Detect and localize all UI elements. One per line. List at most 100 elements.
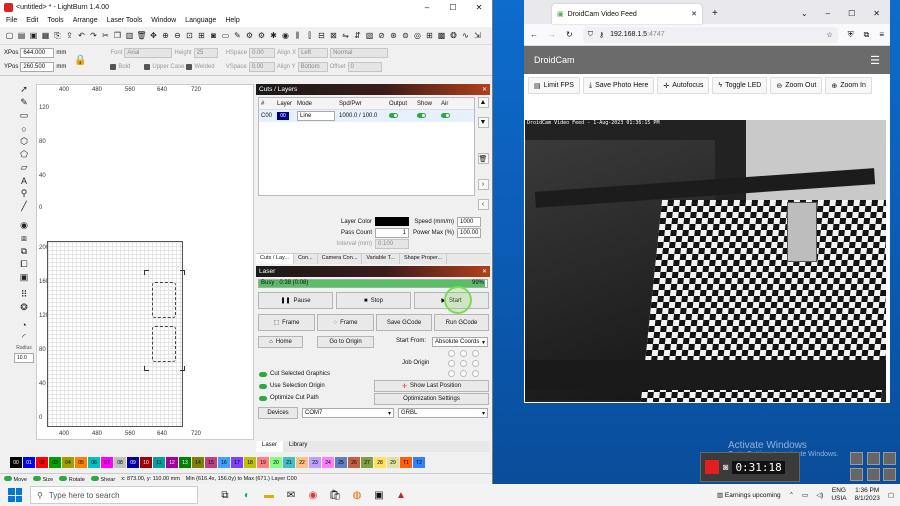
app-icon[interactable]: ▣ [368,484,390,506]
measure-tool-icon[interactable]: ╱ [18,201,30,212]
language-indicator[interactable]: ENG USIA [831,487,846,503]
reload-icon[interactable]: ↻ [566,30,573,39]
align-icon[interactable]: ⫼ [292,30,303,41]
devices-button[interactable]: Devices [258,407,298,419]
palette-swatch[interactable]: 18 [244,457,256,468]
tab-library[interactable]: Library [283,441,313,452]
origin-radio[interactable] [460,350,467,357]
edge-icon[interactable]: ◐ [236,484,258,506]
use-selection-option[interactable]: Use Selection Origin [259,383,325,389]
arrange-icon[interactable]: ⊘ [376,30,387,41]
tab-cuts-layers[interactable]: Cuts / Lay... [256,254,294,264]
lock-icon[interactable]: 🔒 [74,55,86,66]
trace-icon[interactable]: ✎ [232,30,243,41]
taskbar-search[interactable]: ⚲ Type here to search [30,486,198,504]
paste-icon[interactable]: ▥ [124,30,135,41]
bug-icon[interactable]: ✱ [268,30,279,41]
close-button[interactable]: ✕ [873,9,880,18]
bold-checkbox[interactable] [110,64,117,70]
tab-shape-properties[interactable]: Shape Proper... [400,254,448,264]
palette-swatch[interactable]: 04 [62,457,74,468]
palette-swatch[interactable]: 00 [10,457,22,468]
output-toggle[interactable] [389,112,398,118]
tool-icon[interactable] [866,452,880,465]
weld-icon[interactable]: ⊜ [400,30,411,41]
interval-input[interactable]: 0.100 [375,238,409,249]
selection-handle[interactable] [144,366,149,371]
palette-swatch[interactable]: T1 [400,457,412,468]
run-gcode-button[interactable]: Run GCode [434,314,489,331]
selection-handle[interactable] [180,366,185,371]
cut-selected-toggle[interactable] [259,371,267,377]
select-tool-icon[interactable]: ➚ [18,84,30,95]
import-icon[interactable]: ⎘ [52,30,63,41]
chevron-down-icon[interactable]: ⌄ [801,9,808,18]
start-from-select[interactable]: Absolute Coords [432,337,488,347]
network-icon[interactable]: ▭ [802,491,808,499]
palette-swatch[interactable]: T2 [413,457,425,468]
chevron-up-icon[interactable]: ⌃ [789,491,794,499]
task-view-icon[interactable]: ⧉ [214,484,236,506]
redo-icon[interactable]: ↷ [88,30,99,41]
design-shape[interactable] [152,282,176,318]
lightburn-taskbar-icon[interactable]: ▲ [390,484,412,506]
tool-icon[interactable] [883,452,897,465]
use-selection-toggle[interactable] [259,383,267,389]
minimize-button[interactable]: – [826,9,830,18]
scroll-right-icon[interactable]: › [477,179,489,190]
palette-swatch[interactable]: 06 [88,457,100,468]
palette-swatch[interactable]: 14 [192,457,204,468]
autofocus-button[interactable]: ✛ Autofocus [657,77,710,94]
palette-swatch[interactable]: 01 [23,457,35,468]
radius-input[interactable]: 10.0 [14,353,34,363]
pass-count-input[interactable]: 1 [375,227,409,238]
selection-handle[interactable] [144,270,149,275]
toggle-led-button[interactable]: ϟ Toggle LED [712,77,768,94]
palette-swatch[interactable]: 19 [257,457,269,468]
bool-tool-icon[interactable]: ▣ [18,272,30,283]
cut-selected-option[interactable]: Cut Selected Graphics [259,371,330,377]
hspace-input[interactable]: 0.00 [249,48,276,58]
save-icon[interactable]: ▣ [28,30,39,41]
alignx-select[interactable]: Left [298,48,329,58]
port-select[interactable]: COM7 [302,408,394,418]
layer-color-swatch[interactable] [375,217,409,226]
optimize-toggle[interactable] [259,395,267,401]
new-file-icon[interactable]: ▢ [4,30,15,41]
offset-tool-icon[interactable]: ⧠ [18,259,30,270]
origin-radio[interactable] [472,350,479,357]
device-settings-icon[interactable]: ⚙ [256,30,267,41]
delete-icon[interactable]: 🗑 [136,30,147,41]
minimize-button[interactable]: – [414,3,440,12]
normal-select[interactable]: Normal [330,48,389,58]
tab-laser[interactable]: Laser [256,441,284,452]
size-mode[interactable]: Size [32,475,53,483]
origin-radio[interactable] [448,350,455,357]
palette-swatch[interactable]: 16 [218,457,230,468]
circular-array-icon[interactable]: ❂ [18,302,30,313]
zoom-in-icon[interactable]: ⊕ [160,30,171,41]
ungroup-icon[interactable]: ⊠ [328,30,339,41]
record-stop-button[interactable] [705,460,719,474]
offset-icon[interactable]: ◎ [412,30,423,41]
tab-close-icon[interactable]: ✕ [691,10,697,18]
palette-swatch[interactable]: 24 [322,457,334,468]
palette-swatch[interactable]: 03 [49,457,61,468]
palette-swatch[interactable]: 13 [179,457,191,468]
maximize-button[interactable]: ☐ [848,9,855,18]
firefox-icon[interactable]: ◍ [346,484,368,506]
menu-tools[interactable]: Tools [47,17,63,24]
windows-start-icon[interactable] [8,488,22,502]
volume-icon[interactable]: ◁) [816,491,823,499]
back-icon[interactable]: ← [530,30,538,39]
home-button[interactable]: ⌂ Home [258,336,303,348]
settings-icon[interactable]: ⚙ [244,30,255,41]
show-last-position-button[interactable]: ✛ Show Last Position [374,380,489,392]
frame-rect-button[interactable]: ⬚ Frame [258,314,315,331]
frame-round-button[interactable]: ◌ Frame [317,314,374,331]
maximize-button[interactable]: ☐ [440,3,466,12]
extensions-icon[interactable]: ⧉ [864,30,870,40]
palette-swatch[interactable]: 20 [270,457,282,468]
go-to-origin-button[interactable]: Go to Origin [317,336,374,348]
scroll-left-icon[interactable]: ‹ [477,199,489,210]
